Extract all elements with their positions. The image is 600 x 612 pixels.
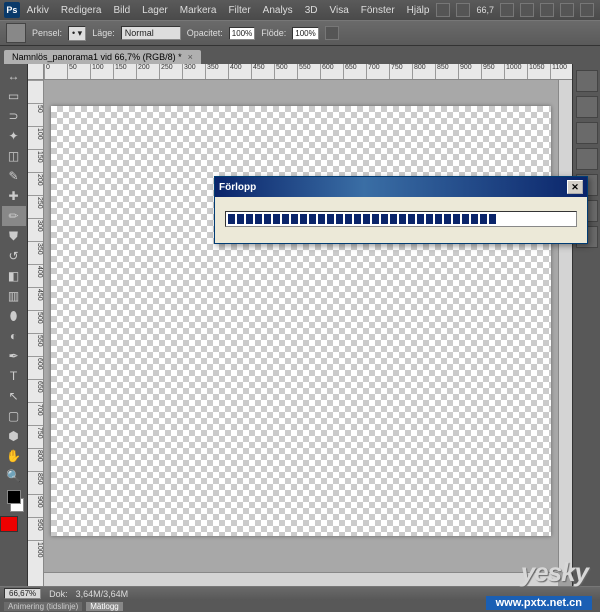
horizontal-scrollbar[interactable] — [44, 572, 558, 586]
ruler-origin[interactable] — [28, 64, 44, 80]
document-tab[interactable]: Namnlös_panorama1 vid 66,7% (RGB/8) * × — [4, 50, 201, 64]
crop-tool[interactable]: ◫ — [2, 146, 26, 166]
swatches-panel-icon[interactable] — [576, 96, 598, 118]
watermark-url: www.pxtx.net.cn — [486, 596, 592, 610]
menu-arkiv[interactable]: Arkiv — [22, 3, 54, 18]
status-doc-value: 3,64M/3,64M — [76, 589, 129, 599]
toolbox: ↔ ▭ ⊃ ✦ ◫ ✎ ✚ ✏ ⛊ ↺ ◧ ▥ ⬮ ◐ ✒ T ↖ ▢ ⬢ ✋ … — [0, 64, 28, 586]
panel-dock — [572, 64, 600, 586]
hand-tool-icon[interactable] — [500, 3, 514, 17]
menu-redigera[interactable]: Redigera — [56, 3, 107, 18]
launch-bridge-icon[interactable] — [436, 3, 450, 17]
eraser-tool[interactable]: ◧ — [2, 266, 26, 286]
opacity-input[interactable]: 100% — [229, 27, 255, 40]
dialog-title-text: Förlopp — [219, 182, 256, 193]
history-brush-tool[interactable]: ↺ — [2, 246, 26, 266]
progress-dialog: Förlopp ✕ — [214, 176, 588, 244]
hand-tool[interactable]: ✋ — [2, 446, 26, 466]
adjustments-panel-icon[interactable] — [576, 148, 598, 170]
styles-panel-icon[interactable] — [576, 122, 598, 144]
arrange-docs-icon[interactable] — [560, 3, 574, 17]
options-bar: Pensel: • ▾ Läge: Normal Opacitet: 100% … — [0, 20, 600, 46]
stamp-tool[interactable]: ⛊ — [2, 226, 26, 246]
progress-bar — [225, 211, 577, 227]
status-doc-label: Dok: — [49, 589, 68, 599]
pen-tool[interactable]: ✒ — [2, 346, 26, 366]
marquee-tool[interactable]: ▭ — [2, 86, 26, 106]
current-tool-icon[interactable] — [6, 23, 26, 43]
tab-animering[interactable]: Animering (tidslinje) — [4, 602, 82, 611]
menu-markera[interactable]: Markera — [175, 3, 222, 18]
quickmask-color[interactable] — [0, 516, 18, 532]
airbrush-icon[interactable] — [325, 26, 339, 40]
mode-label: Läge: — [92, 28, 115, 38]
workspace: 0501001502002503003504004505005506006507… — [28, 64, 572, 586]
menu-lager[interactable]: Lager — [137, 3, 173, 18]
blur-tool[interactable]: ⬮ — [2, 306, 26, 326]
flow-label: Flöde: — [261, 28, 286, 38]
blend-mode-select[interactable]: Normal — [121, 26, 181, 40]
menu-visa[interactable]: Visa — [324, 3, 353, 18]
status-zoom[interactable]: 66,67% — [4, 588, 41, 599]
flow-input[interactable]: 100% — [292, 27, 318, 40]
menu-hjalp[interactable]: Hjälp — [402, 3, 435, 18]
menu-fonster[interactable]: Fönster — [356, 3, 400, 18]
watermark-yesky: yesky — [521, 557, 588, 588]
type-tool[interactable]: T — [2, 366, 26, 386]
dialog-titlebar[interactable]: Förlopp ✕ — [215, 177, 587, 197]
zoom-tool-icon[interactable] — [520, 3, 534, 17]
eyedropper-tool[interactable]: ✎ — [2, 166, 26, 186]
menu-analys[interactable]: Analys — [258, 3, 298, 18]
menu-filter[interactable]: Filter — [223, 3, 255, 18]
gradient-tool[interactable]: ▥ — [2, 286, 26, 306]
brush-label: Pensel: — [32, 28, 62, 38]
healing-tool[interactable]: ✚ — [2, 186, 26, 206]
app-logo: Ps — [4, 2, 20, 18]
path-tool[interactable]: ↖ — [2, 386, 26, 406]
document-tabbar: Namnlös_panorama1 vid 66,7% (RGB/8) * × — [0, 46, 600, 64]
foreground-color[interactable] — [7, 490, 21, 504]
tab-matlogg[interactable]: Mätlogg — [86, 602, 122, 611]
brush-tool[interactable]: ✏ — [2, 206, 26, 226]
shape-tool[interactable]: ▢ — [2, 406, 26, 426]
canvas-viewport[interactable] — [44, 80, 558, 572]
brush-preset-picker[interactable]: • ▾ — [68, 26, 86, 41]
3d-tool[interactable]: ⬢ — [2, 426, 26, 446]
color-panel-icon[interactable] — [576, 70, 598, 92]
vertical-scrollbar[interactable] — [558, 80, 572, 572]
menu-3d[interactable]: 3D — [300, 3, 323, 18]
opacity-label: Opacitet: — [187, 28, 223, 38]
wand-tool[interactable]: ✦ — [2, 126, 26, 146]
view-extras-icon[interactable] — [456, 3, 470, 17]
document-tab-title: Namnlös_panorama1 vid 66,7% (RGB/8) * — [12, 52, 182, 62]
ruler-horizontal[interactable]: 0501001502002503003504004505005506006507… — [44, 64, 572, 80]
move-tool[interactable]: ↔ — [2, 66, 26, 86]
dodge-tool[interactable]: ◐ — [2, 326, 26, 346]
screen-mode-icon[interactable] — [580, 3, 594, 17]
ruler-vertical[interactable]: 5010015020025030035040045050055060065070… — [28, 80, 44, 586]
dialog-close-button[interactable]: ✕ — [567, 180, 583, 194]
menubar: Ps Arkiv Redigera Bild Lager Markera Fil… — [0, 0, 600, 20]
rotate-view-icon[interactable] — [540, 3, 554, 17]
lasso-tool[interactable]: ⊃ — [2, 106, 26, 126]
canvas[interactable] — [51, 106, 551, 536]
menu-bild[interactable]: Bild — [108, 3, 135, 18]
zoom-display: 66,7 — [476, 5, 494, 15]
close-tab-icon[interactable]: × — [188, 52, 193, 62]
zoom-tool[interactable]: 🔍 — [2, 466, 26, 486]
